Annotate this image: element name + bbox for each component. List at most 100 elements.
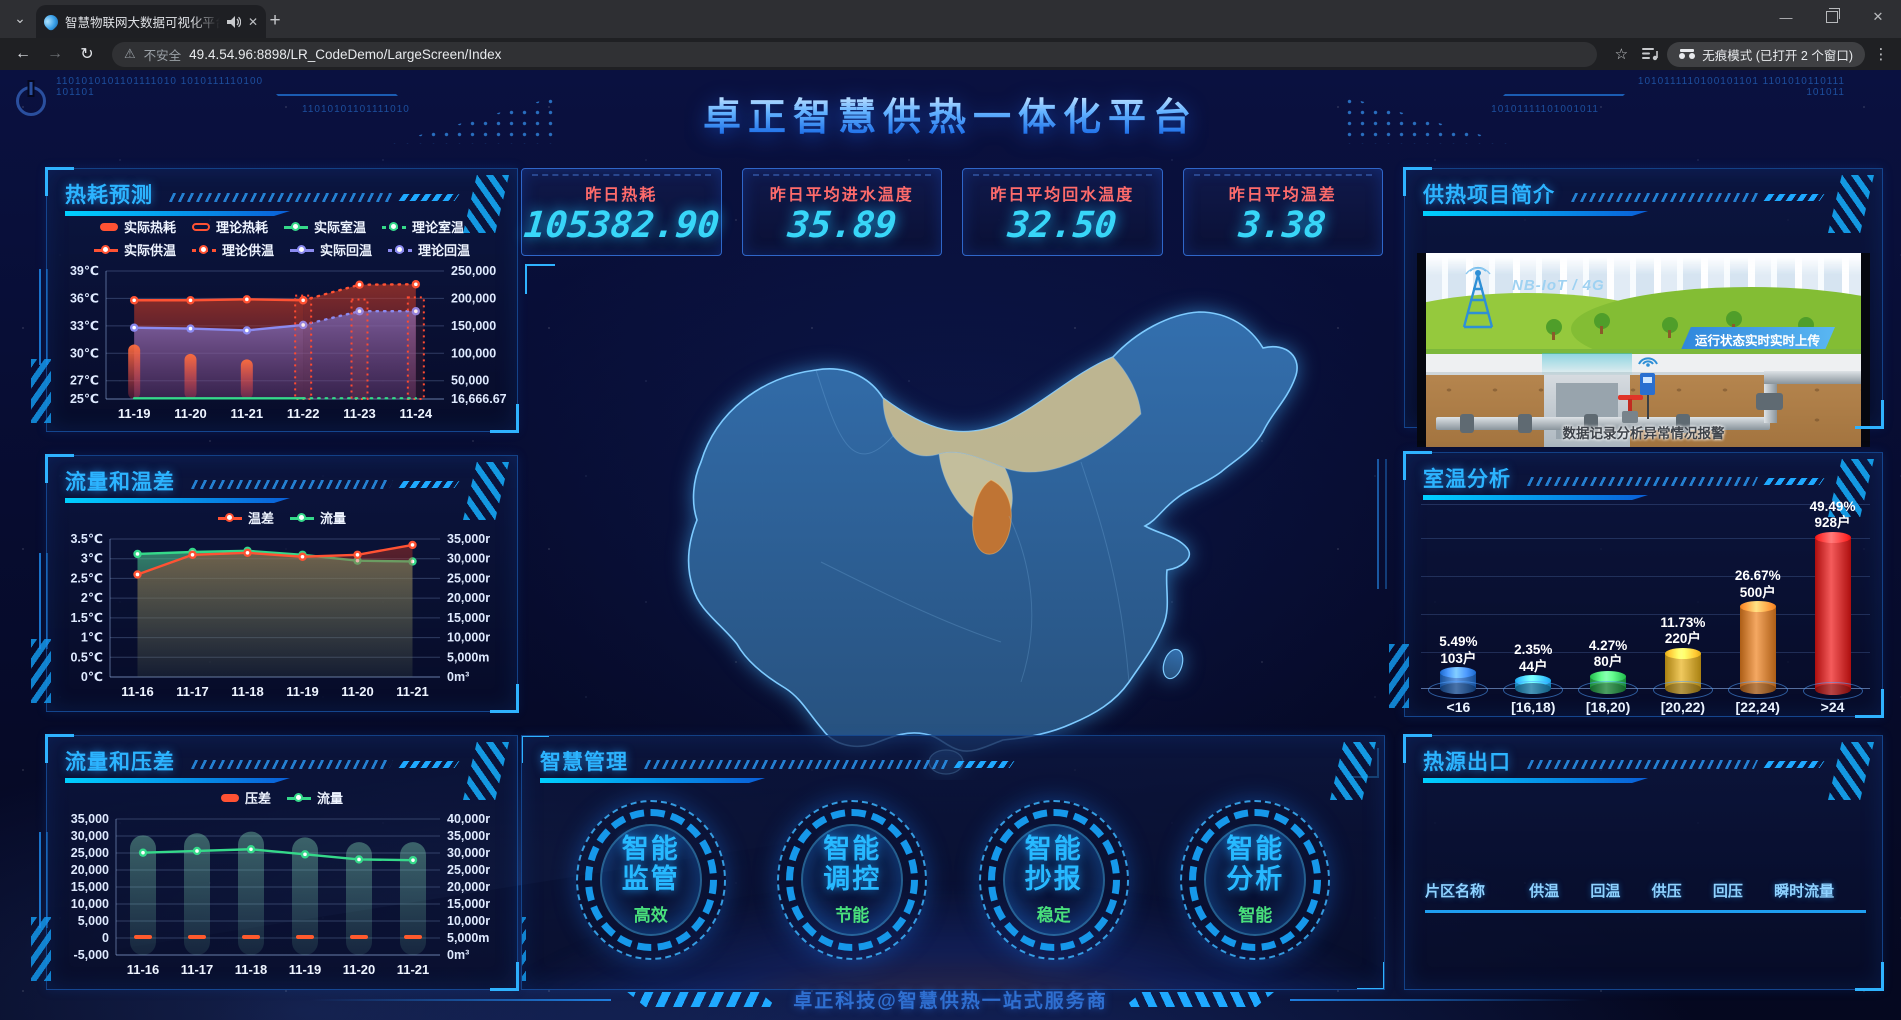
stat-card-value: 32.50 [1006, 208, 1118, 244]
panel-title: 智慧管理 [540, 746, 628, 776]
window-minimize-button[interactable]: — [1763, 0, 1809, 34]
cylinder-bar [1740, 606, 1776, 689]
legend-item[interactable]: 流量 [287, 788, 343, 807]
room-temp-chart: 5.49%103户<162.35%44户[16,18)4.27%80户[18,2… [1421, 499, 1870, 715]
legend-item[interactable]: 理论供温 [192, 240, 274, 259]
legend-item[interactable]: 理论室温 [382, 217, 464, 236]
room-temp-bar[interactable]: 4.27%80户[18,20) [1571, 499, 1646, 715]
tab-title: 智慧物联网大数据可视化平台 [65, 12, 220, 31]
bar-households: 220户 [1660, 631, 1705, 647]
hatch-decoration [1389, 644, 1409, 708]
line-decoration [39, 269, 48, 365]
footer-text: 卓正科技@智慧供热一站式服务商 [793, 986, 1108, 1013]
reload-button[interactable]: ↻ [74, 44, 100, 64]
browser-tab[interactable]: 智慧物联网大数据可视化平台 ✕ [36, 5, 266, 38]
intro-video[interactable]: NB-IoT / 4G 运行状态实时实时上传 [1417, 253, 1870, 447]
title-underline [1423, 211, 1648, 216]
back-button[interactable]: ← [10, 45, 36, 63]
panel-project-intro: 供热项目简介 NB-IoT / 4G 运行状态实时实时上传 [1404, 168, 1883, 428]
flow-temp-chart[interactable]: 3.5℃3℃2.5℃2℃1.5℃1℃0.5℃0℃35,000r30,000r25… [56, 529, 508, 701]
legend-label: 理论室温 [412, 217, 464, 236]
menu-dots-icon[interactable]: ⋮ [1871, 45, 1891, 63]
incognito-badge[interactable]: 无痕模式 (已打开 2 个窗口) [1667, 42, 1865, 67]
table-column-header: 供温 [1529, 880, 1590, 901]
tab-search-chevron-icon[interactable]: ⌄ [8, 7, 32, 31]
svg-text:11-20: 11-20 [174, 406, 207, 421]
tree [1546, 319, 1562, 335]
map-taiwan [1160, 647, 1186, 681]
svg-text:0m³: 0m³ [447, 948, 469, 962]
room-temp-bar[interactable]: 2.35%44户[16,18) [1496, 499, 1571, 715]
legend-item[interactable]: 实际供温 [94, 240, 176, 259]
svg-text:15,000r: 15,000r [447, 897, 490, 911]
bar-households: 500户 [1735, 585, 1781, 601]
tab-close-icon[interactable]: ✕ [248, 15, 258, 29]
table-column-header: 片区名称 [1425, 880, 1529, 901]
panel-title: 流量和压差 [65, 746, 175, 776]
legend-item[interactable]: 流量 [290, 508, 346, 527]
browser-toolbar: ← → ↻ ⚠ 不安全 49.4.54.96:8898/LR_CodeDemo/… [0, 38, 1901, 70]
table-column-header: 回压 [1713, 880, 1774, 901]
legend-item[interactable]: 理论回温 [388, 240, 470, 259]
room-temp-bar[interactable]: 26.67%500户[22,24) [1720, 499, 1795, 715]
svg-text:11-24: 11-24 [400, 406, 433, 421]
svg-text:35,000r: 35,000r [447, 532, 490, 546]
window-close-button[interactable]: ✕ [1855, 0, 1901, 34]
room-temp-bar[interactable]: 5.49%103户<16 [1421, 499, 1496, 715]
legend-item[interactable]: 实际回温 [290, 240, 372, 259]
svg-text:35,000r: 35,000r [447, 829, 490, 843]
chart-legend: 实际热耗理论热耗 实际室温 理论室温实际供温理论供温实际回温理论回温 [60, 215, 505, 261]
ring-tag: 高效 [622, 901, 680, 926]
svg-text:39℃: 39℃ [70, 264, 99, 278]
favicon-water-drop-icon [41, 12, 61, 32]
heat-forecast-chart[interactable]: 39℃36℃33℃30℃27℃25℃250,000200,000150,0001… [56, 261, 508, 423]
legend-item[interactable]: 压差 [221, 788, 271, 807]
stat-card: 昨日平均回水温度32.50 [962, 168, 1163, 256]
bar-base-ring [1653, 681, 1713, 699]
china-map[interactable] [521, 262, 1383, 780]
stat-card: 昨日平均进水温度35.89 [742, 168, 943, 256]
svg-text:40,000r: 40,000r [447, 812, 490, 826]
legend-label: 压差 [245, 788, 271, 807]
legend-item[interactable]: 实际室温 [284, 217, 366, 236]
legend-item[interactable]: 温差 [218, 508, 274, 527]
svg-text:1.5℃: 1.5℃ [70, 611, 103, 625]
flow-pressure-chart[interactable]: 35,00030,00025,00020,00015,00010,0005,00… [56, 809, 508, 979]
address-bar[interactable]: ⚠ 不安全 49.4.54.96:8898/LR_CodeDemo/LargeS… [112, 42, 1597, 67]
bookmark-star-icon[interactable]: ☆ [1609, 45, 1633, 63]
restore-icon [1826, 11, 1838, 23]
bar-percent: 49.49% [1810, 499, 1856, 515]
panel-title: 热耗预测 [65, 179, 153, 209]
legend-label: 实际室温 [314, 217, 366, 236]
stat-card-value: 105382.90 [522, 208, 721, 244]
bar-base-ring [1503, 681, 1563, 699]
svg-text:11-22: 11-22 [287, 406, 320, 421]
media-controls-icon[interactable] [1639, 47, 1661, 61]
legend-label: 温差 [248, 508, 274, 527]
table-column-header: 瞬时流量 [1774, 880, 1866, 901]
room-temp-bar[interactable]: 11.73%220户[20,22) [1645, 499, 1720, 715]
tree [1726, 311, 1742, 327]
window-restore-button[interactable] [1809, 0, 1855, 34]
svg-text:11-21: 11-21 [397, 962, 430, 977]
room-temp-bar[interactable]: 49.49%928户>24 [1795, 499, 1870, 715]
bar-percent: 4.27% [1589, 638, 1627, 654]
corner-bracket [525, 264, 555, 294]
new-tab-button[interactable]: + [262, 8, 288, 34]
stripe-decoration [191, 480, 393, 489]
title-underline [65, 778, 290, 783]
bar-percent: 2.35% [1514, 642, 1552, 658]
wifi-signal-icon [1635, 352, 1661, 372]
svg-text:30,000r: 30,000r [447, 846, 490, 860]
title-underline [1423, 778, 1648, 783]
stat-card: 昨日热耗105382.90 [521, 168, 722, 256]
heating-illustration: NB-IoT / 4G 运行状态实时实时上传 [1426, 253, 1861, 447]
panel-flow-pressure: 流量和压差 压差流量 35,00030,00025,00020,00015,00… [46, 735, 518, 990]
forward-button[interactable]: → [42, 45, 68, 63]
china-map-svg [521, 262, 1383, 780]
legend-item[interactable]: 实际热耗 [100, 217, 176, 236]
legend-item[interactable]: 理论热耗 [192, 217, 268, 236]
dash-decoration [1764, 478, 1825, 485]
tab-audio-speaker-icon[interactable] [227, 16, 241, 28]
iot-device-icon [1640, 373, 1655, 395]
